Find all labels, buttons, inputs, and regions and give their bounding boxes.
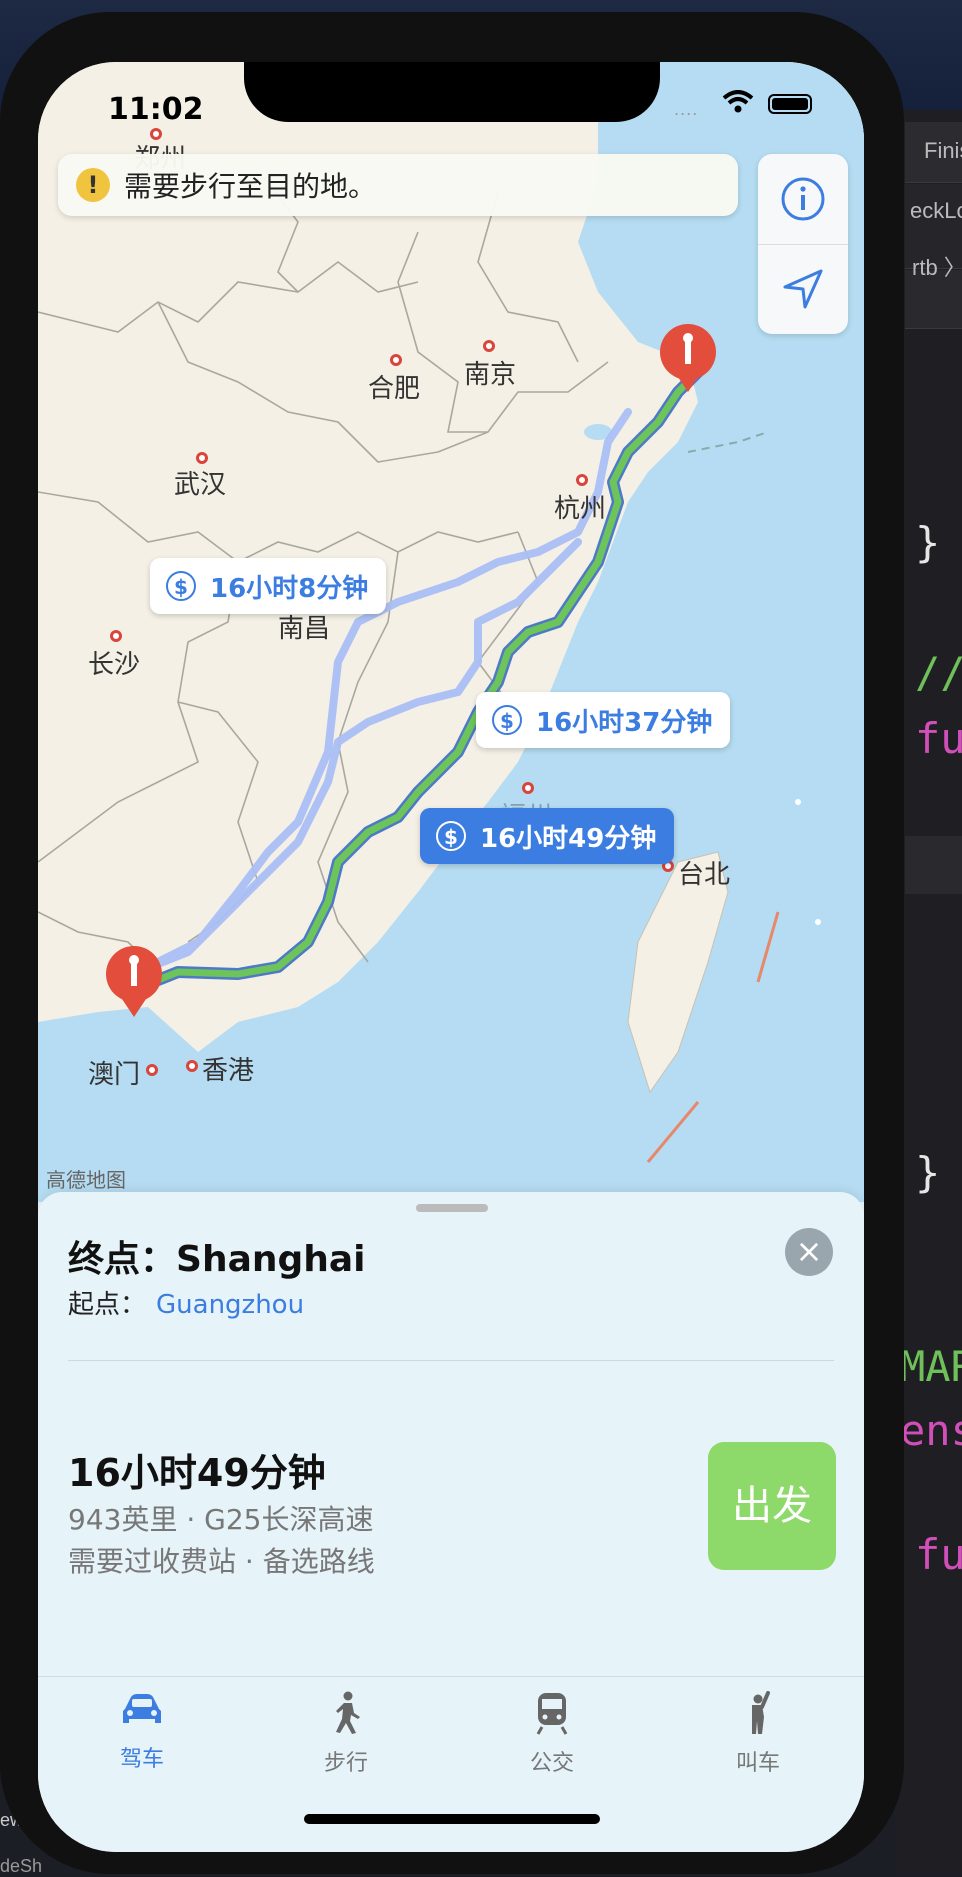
divider (68, 1360, 834, 1361)
route-distance-detail: 943英里 · G25长深高速 (68, 1503, 374, 1536)
toll-icon: $ (436, 821, 466, 851)
map-attribution: 高德地图 (46, 1168, 126, 1192)
tab-label: 叫车 (735, 1751, 780, 1776)
origin-pin[interactable] (106, 946, 162, 1017)
code-extension: ens (900, 1406, 962, 1455)
code-fragment: eckLo (910, 198, 962, 223)
home-indicator[interactable] (304, 1814, 600, 1824)
phone-frame: 郑州 合肥 南京 武汉 杭州 南昌 长沙 福州 台北 澳门 香港 $ (0, 12, 904, 1874)
city-dot (150, 128, 162, 140)
battery-full-icon (768, 94, 812, 114)
city-label-hongkong: 香港 (202, 1056, 255, 1086)
warning-icon: ! (76, 168, 110, 202)
signal-icon: .... (674, 100, 699, 119)
finish-button-fragment[interactable]: Finis (924, 138, 962, 164)
city-label-taipei: 台北 (678, 860, 731, 890)
city-dot (146, 1064, 158, 1076)
tab-ride-hail[interactable]: 叫车 (708, 1691, 808, 1777)
status-time: 11:02 (108, 92, 204, 127)
city-dot (483, 340, 495, 352)
sheet-grabber[interactable] (416, 1204, 488, 1212)
origin-label: 起点： (68, 1290, 147, 1320)
wifi-icon (722, 90, 754, 113)
tab-label: 步行 (323, 1751, 368, 1776)
route-bubble-alt-1[interactable]: $ 16小时8分钟 (150, 558, 387, 614)
route-duration: 16小时37分钟 (536, 707, 713, 738)
highlight-strip (905, 836, 962, 894)
go-button[interactable]: 出发 (708, 1442, 836, 1570)
location-arrow-icon (783, 269, 823, 309)
code-func: fu (915, 1530, 962, 1579)
tab-label: 驾车 (119, 1747, 164, 1772)
xcode-editor-background (895, 110, 962, 1874)
breadcrumb-fragment[interactable]: rtb 〉 (912, 250, 962, 282)
code-mark: MAR (900, 1342, 962, 1391)
toll-icon: $ (166, 571, 196, 601)
walk-notice-text: 需要步行至目的地。 (124, 170, 377, 203)
walk-notice-banner: ! 需要步行至目的地。 (58, 154, 738, 216)
city-label-hangzhou: 杭州 (554, 494, 607, 524)
city-dot (522, 782, 534, 794)
city-label-hefei: 合肥 (368, 374, 421, 404)
map-controls (758, 154, 848, 334)
transport-tab-bar: 驾车 步行 公交 叫车 (38, 1676, 864, 1852)
origin-link[interactable]: Guangzhou (156, 1290, 304, 1320)
car-icon (123, 1694, 161, 1723)
route-bubble-selected[interactable]: $ 16小时49分钟 (420, 808, 675, 864)
close-button[interactable]: × (785, 1228, 833, 1276)
route-duration: 16小时8分钟 (210, 573, 369, 604)
train-icon (536, 1693, 568, 1735)
city-dot (390, 354, 402, 366)
destination-label: 终点： (68, 1239, 177, 1280)
tab-drive[interactable]: 驾车 (92, 1691, 192, 1773)
code-func: fu (915, 714, 962, 763)
code-brace: } (915, 518, 941, 567)
tab-walk[interactable]: 步行 (296, 1691, 396, 1777)
route-duration: 16小时49分钟 (480, 823, 657, 854)
info-icon (781, 177, 825, 221)
walk-icon (336, 1691, 360, 1734)
toll-icon: $ (492, 705, 522, 735)
city-dot (186, 1060, 198, 1072)
map-canvas (38, 62, 864, 1202)
route-duration-title: 16小时49分钟 (68, 1451, 326, 1495)
destination-title: 终点：Shanghai (68, 1230, 366, 1282)
city-label-wuhan: 武汉 (174, 470, 227, 500)
map-view[interactable]: 郑州 合肥 南京 武汉 杭州 南昌 长沙 福州 台北 澳门 香港 $ (38, 62, 864, 1202)
destination-name: Shanghai (176, 1239, 366, 1280)
city-label-nanjing: 南京 (464, 360, 517, 390)
phone-screen: 郑州 合肥 南京 武汉 杭州 南昌 长沙 福州 台北 澳门 香港 $ (38, 62, 864, 1852)
locate-button[interactable] (758, 244, 848, 334)
route-bubble-alt-2[interactable]: $ 16小时37分钟 (476, 692, 731, 748)
hail-icon (752, 1691, 770, 1734)
tab-label: 公交 (529, 1751, 574, 1776)
city-dot (196, 452, 208, 464)
city-label-changsha: 长沙 (88, 650, 141, 680)
tab-transit[interactable]: 公交 (502, 1691, 602, 1777)
info-button[interactable] (758, 154, 848, 245)
notch (244, 62, 660, 122)
code-comment: // (915, 648, 962, 697)
city-dot (110, 630, 122, 642)
city-dot (576, 474, 588, 486)
route-toll-detail: 需要过收费站 · 备选路线 (68, 1545, 375, 1578)
origin-row: 起点： Guangzhou (68, 1284, 304, 1321)
city-label-macau: 澳门 (88, 1060, 141, 1090)
code-brace: } (915, 1148, 941, 1197)
